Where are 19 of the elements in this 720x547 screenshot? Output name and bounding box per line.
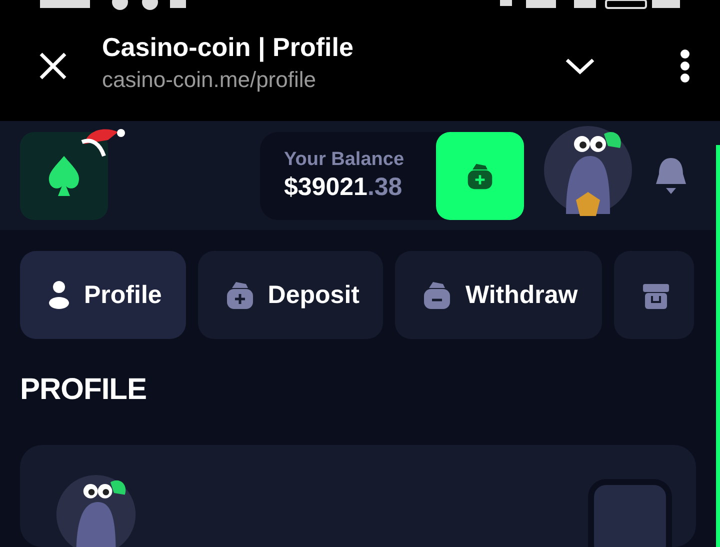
more-menu-icon[interactable] — [680, 49, 690, 84]
wallet-minus-icon — [423, 280, 452, 310]
wallet-plus-icon — [226, 280, 254, 310]
balance-amount: $39021.38 — [284, 173, 404, 202]
person-icon — [48, 280, 70, 310]
deposit-button[interactable] — [436, 132, 524, 220]
tab[interactable]: Profile — [20, 251, 186, 340]
logo[interactable] — [20, 132, 108, 220]
tab[interactable]: Deposit — [198, 251, 384, 340]
tab[interactable] — [614, 251, 694, 340]
wallet-plus-icon — [466, 162, 494, 190]
section-title: PROFILE — [19, 372, 148, 408]
chevron-down-icon[interactable] — [564, 56, 596, 76]
balance-label: Your Balance — [284, 149, 406, 172]
tab[interactable]: Withdraw — [395, 251, 602, 340]
bell-icon[interactable] — [654, 156, 688, 196]
page-title: Casino-coin | Profile — [102, 32, 354, 63]
close-icon[interactable] — [38, 51, 68, 82]
page-url: casino-coin.me/profile — [102, 66, 317, 93]
